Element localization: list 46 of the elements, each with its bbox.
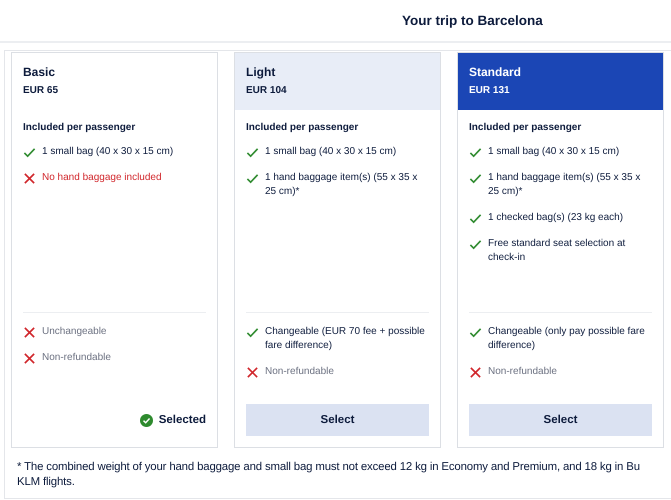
check-circle-icon xyxy=(140,414,153,426)
cross-icon xyxy=(246,366,259,379)
section-heading: Included per passenger xyxy=(246,122,360,133)
check-icon xyxy=(469,212,482,225)
feature-text: Changeable (EUR 70 fee + possible fare difference) xyxy=(265,325,426,353)
check-icon xyxy=(469,238,482,251)
feature-text: 1 small bag (40 x 30 x 15 cm) xyxy=(42,145,174,159)
feature-text: Non-refundable xyxy=(488,365,557,379)
fare-card[interactable]: Light EUR 104 Included per passenger 1 small bag (40 x 30 x 15 cm) 1 hand baggage item(s) (55 x 35 x 25 cm)* Changeable (EUR 70 fee + possible fare difference) Non-refundable Select xyxy=(234,52,441,448)
feature-text: Changeable (only pay possible fare difference) xyxy=(488,325,646,353)
check-icon xyxy=(469,172,482,185)
selected-label: Selected xyxy=(158,414,206,426)
feature-text: Non-refundable xyxy=(42,351,111,365)
feature-text: 1 hand baggage item(s) (55 x 35 x 25 cm)* xyxy=(488,171,642,199)
feature-text: Non-refundable xyxy=(265,365,334,379)
fare-price: EUR 104 xyxy=(246,85,288,96)
section-heading: Included per passenger xyxy=(23,122,136,133)
page-title: Your trip to Barcelona xyxy=(402,13,543,28)
check-icon xyxy=(246,326,259,339)
select-button[interactable]: Select xyxy=(469,404,652,436)
check-icon xyxy=(246,172,259,185)
select-button[interactable]: Select xyxy=(246,404,429,436)
check-icon xyxy=(469,326,482,339)
fare-name: Light xyxy=(246,65,276,79)
footnote: * The combined weight of your hand baggage and small bag must not exceed 12 kg in Economy and Premium, and 18 kg in Bu KLM flights. xyxy=(16,460,641,490)
feature-text: 1 checked bag(s) (23 kg each) xyxy=(488,211,624,225)
cross-icon xyxy=(23,172,36,185)
section-heading: Included per passenger xyxy=(469,122,582,133)
fare-card[interactable] xyxy=(457,52,664,448)
cross-icon xyxy=(23,352,36,365)
check-icon xyxy=(23,146,36,159)
check-icon xyxy=(469,146,482,159)
feature-text: 1 small bag (40 x 30 x 15 cm) xyxy=(488,145,620,159)
fare-name: Basic xyxy=(23,65,56,79)
fare-card[interactable]: Basic EUR 65 Included per passenger 1 small bag (40 x 30 x 15 cm) No hand baggage included Unchangeable Non-refundable Selected xyxy=(11,52,218,448)
check-icon xyxy=(246,146,259,159)
fare-price: EUR 131 xyxy=(469,85,511,96)
cross-icon xyxy=(23,326,36,339)
fare-name: Standard xyxy=(469,65,522,79)
feature-text: Free standard seat selection at check-in xyxy=(488,237,626,265)
cross-icon xyxy=(469,366,482,379)
feature-text: 1 hand baggage item(s) (55 x 35 x 25 cm)* xyxy=(265,171,418,199)
feature-text: 1 small bag (40 x 30 x 15 cm) xyxy=(265,145,396,159)
fare-price: EUR 65 xyxy=(23,85,60,96)
feature-text: Unchangeable xyxy=(42,325,106,339)
feature-text: No hand baggage included xyxy=(42,171,162,185)
